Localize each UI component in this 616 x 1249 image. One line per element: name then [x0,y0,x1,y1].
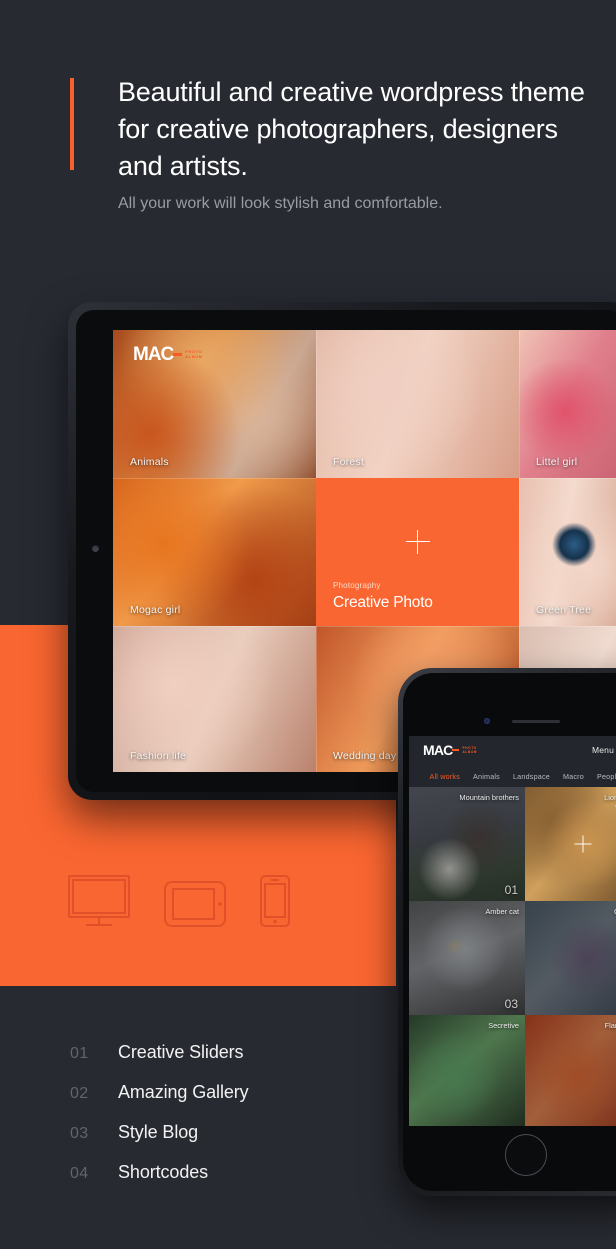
gallery-tile[interactable]: Mogac girl [113,478,316,626]
logo-dash-icon [452,749,460,752]
feature-label: Shortcodes [118,1162,209,1182]
grid-divider [113,478,316,479]
phone-camera-icon [484,718,490,724]
gallery-tile-label: Secretive [488,1021,519,1030]
gallery-tile[interactable]: Mountain brothers 01 [409,787,525,901]
filter-tab-macro[interactable]: Macro [563,772,584,781]
gallery-tile-label: Littel girl [536,456,578,468]
phone-device-mockup: MAC PHOTO ALBUM Menu All works Animals L… [398,668,616,1196]
tile-overlay [525,1015,616,1126]
accent-bar [70,78,74,170]
page-title: Beautiful and creative wordpress theme f… [118,77,585,181]
gallery-tile-label: Flamingo [604,1021,616,1030]
tablet-icon [164,881,226,927]
phone-logo[interactable]: MAC PHOTO ALBUM [423,742,477,758]
grid-divider [519,478,616,479]
feature-number: 03 [70,1125,89,1142]
gallery-tile-label: Fashion life [130,750,187,762]
gallery-tile-label: Mountain brothers [459,793,519,802]
plus-icon [574,835,592,853]
page-subtitle: All your work will look stylish and comf… [118,195,443,212]
gallery-tile-number: 01 [504,883,518,897]
gallery-tile-label: Animals [130,456,169,468]
feature-label: Amazing Gallery [118,1082,249,1102]
filter-tab-animals[interactable]: Animals [473,772,500,781]
feature-list-item[interactable]: 02 Amazing Gallery [70,1082,400,1122]
device-icon-row [68,875,290,927]
feature-list-item[interactable]: 04 Shortcodes [70,1162,400,1202]
gallery-tile[interactable]: Forest [316,330,519,478]
gallery-tile[interactable]: Flamingo [525,1015,616,1126]
active-gallery-tile[interactable]: Photography Creative Photo [316,478,519,626]
filter-tab-landspace[interactable]: Landspace [513,772,550,781]
gallery-tile-label: Mogac girl [130,604,181,616]
phone-navbar: MAC PHOTO ALBUM Menu [409,736,616,765]
active-tile-title: Creative Photo [333,594,433,611]
logo-mark: MAC [423,742,453,758]
gallery-tile-label: Green Tree [536,604,592,616]
plus-icon [405,529,430,554]
gallery-tile-number: 03 [504,997,518,1011]
logo-dash-icon [173,353,183,356]
gallery-tile-label: Wedding day [333,750,397,762]
hero-section: Beautiful and creative wordpress theme f… [0,0,616,300]
gallery-tile[interactable]: Colibri [525,901,616,1015]
grid-divider [113,626,616,627]
gallery-tile[interactable]: Littel girl [519,330,616,478]
desktop-monitor-icon [68,875,130,927]
logo-mark: MAC [133,344,174,365]
phone-filter-tabs: All works Animals Landspace Macro People [409,765,616,787]
phone-home-button-icon[interactable] [505,1134,547,1176]
feature-list: 01 Creative Sliders 02 Amazing Gallery 0… [70,1042,400,1202]
tile-overlay [525,901,616,1015]
grid-divider [316,626,317,772]
promo-page: Beautiful and creative wordpress theme f… [0,0,616,1249]
feature-list-item[interactable]: 03 Style Blog [70,1122,400,1162]
tablet-camera-icon [92,545,99,552]
logo-subtext-line2: ALBUM [185,353,203,359]
active-tile-category: Photography [333,581,381,590]
gallery-tile[interactable]: Green Tree [519,478,616,626]
logo-subtext: PHOTO ALBUM [462,746,477,754]
feature-number: 04 [70,1165,89,1182]
filter-tab-people[interactable]: People [597,772,616,781]
gallery-tile[interactable]: Lion King Animals [525,787,616,901]
gallery-tile[interactable]: Amber cat 03 [409,901,525,1015]
filter-tab-all-works[interactable]: All works [429,772,460,781]
phone-speaker-icon [512,720,560,723]
gallery-tile[interactable]: Fashion life [113,626,316,772]
grid-divider [316,330,317,478]
feature-label: Style Blog [118,1122,199,1142]
feature-list-item[interactable]: 01 Creative Sliders [70,1042,400,1082]
feature-number: 02 [70,1085,89,1102]
tablet-logo[interactable]: MAC PHOTO ALBUM [133,344,203,365]
mobile-phone-icon [260,875,290,927]
logo-subtext-line2: ALBUM [462,749,477,754]
gallery-tile-label: Amber cat [485,907,519,916]
gallery-tile[interactable]: Secretive [409,1015,525,1126]
gallery-tile-label: Lion King [604,793,616,802]
logo-subtext: PHOTO ALBUM [185,349,203,359]
feature-number: 01 [70,1045,89,1062]
phone-portfolio-grid: Mountain brothers 01 Lion King Animals A… [409,787,616,1126]
phone-screen: MAC PHOTO ALBUM Menu All works Animals L… [409,736,616,1126]
tile-overlay [409,1015,525,1126]
gallery-tile-label: Forest [333,456,364,468]
menu-button[interactable]: Menu [592,745,616,755]
menu-label: Menu [591,745,614,755]
feature-label: Creative Sliders [118,1042,244,1062]
